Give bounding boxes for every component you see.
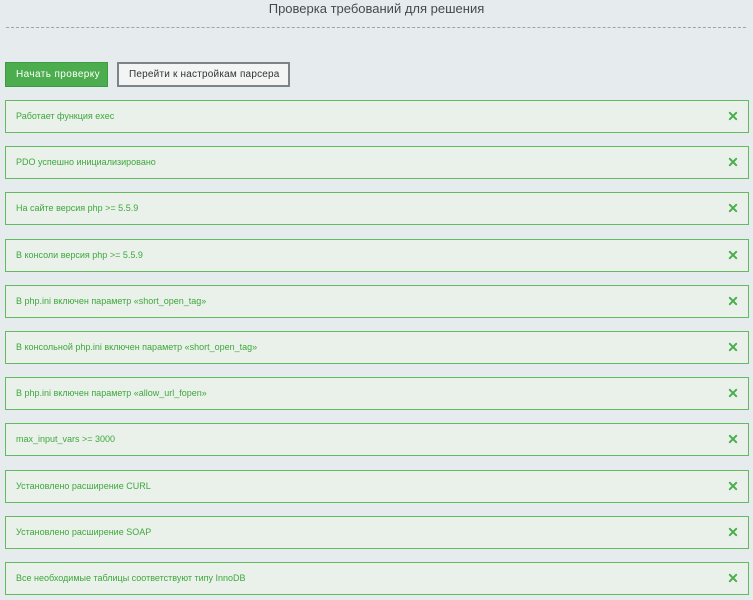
- close-icon[interactable]: [727, 526, 739, 538]
- close-icon[interactable]: [727, 572, 739, 584]
- requirement-item: Все необходимые таблицы соответствуют ти…: [5, 561, 749, 595]
- requirement-item: Установлено расширение CURL: [5, 469, 749, 503]
- requirement-label: В php.ini включен параметр «short_open_t…: [16, 295, 207, 306]
- requirement-item: В php.ini включен параметр «allow_url_fo…: [5, 377, 749, 411]
- requirement-label: В php.ini включен параметр «allow_url_fo…: [16, 388, 207, 399]
- requirement-item: PDO успешно инициализировано: [5, 146, 749, 180]
- requirement-item: На сайте версия php >= 5.5.9: [5, 192, 749, 226]
- action-bar: Начать проверку Перейти к настройкам пар…: [5, 62, 290, 87]
- close-icon[interactable]: [727, 480, 739, 492]
- requirement-item: max_input_vars >= 3000: [5, 423, 749, 457]
- start-check-button[interactable]: Начать проверку: [5, 62, 108, 87]
- requirement-item: В консольной php.ini включен параметр «s…: [5, 330, 749, 364]
- requirement-item: Установлено расширение SOAP: [5, 515, 749, 549]
- requirement-label: На сайте версия php >= 5.5.9: [16, 203, 139, 214]
- requirements-page: Проверка требований для решения Начать п…: [0, 0, 753, 600]
- requirement-label: В консоли версия php >= 5.5.9: [16, 249, 143, 260]
- requirement-label: PDO успешно инициализировано: [16, 157, 156, 168]
- requirement-label: В консольной php.ini включен параметр «s…: [16, 341, 258, 352]
- close-icon[interactable]: [727, 156, 739, 168]
- requirements-list: Работает функция exec PDO успешно инициа…: [5, 100, 749, 600]
- requirement-label: Установлено расширение CURL: [16, 480, 151, 491]
- parser-settings-button[interactable]: Перейти к настройкам парсера: [117, 62, 290, 87]
- close-icon[interactable]: [727, 295, 739, 307]
- close-icon[interactable]: [727, 433, 739, 445]
- requirement-label: Работает функция exec: [16, 111, 115, 121]
- requirement-label: Установлено расширение SOAP: [16, 526, 152, 537]
- page-title: Проверка требований для решения: [268, 1, 485, 16]
- close-icon[interactable]: [727, 249, 739, 261]
- requirement-label: max_input_vars >= 3000: [16, 434, 116, 445]
- close-icon[interactable]: [727, 110, 739, 122]
- requirement-item: В консоли версия php >= 5.5.9: [5, 238, 749, 272]
- requirement-label: Все необходимые таблицы соответствуют ти…: [16, 572, 246, 583]
- title-divider: [6, 27, 746, 28]
- requirement-item: В php.ini включен параметр «short_open_t…: [5, 284, 749, 318]
- close-icon[interactable]: [727, 387, 739, 399]
- close-icon[interactable]: [727, 202, 739, 214]
- requirement-item: Работает функция exec: [5, 100, 749, 133]
- close-icon[interactable]: [727, 341, 739, 353]
